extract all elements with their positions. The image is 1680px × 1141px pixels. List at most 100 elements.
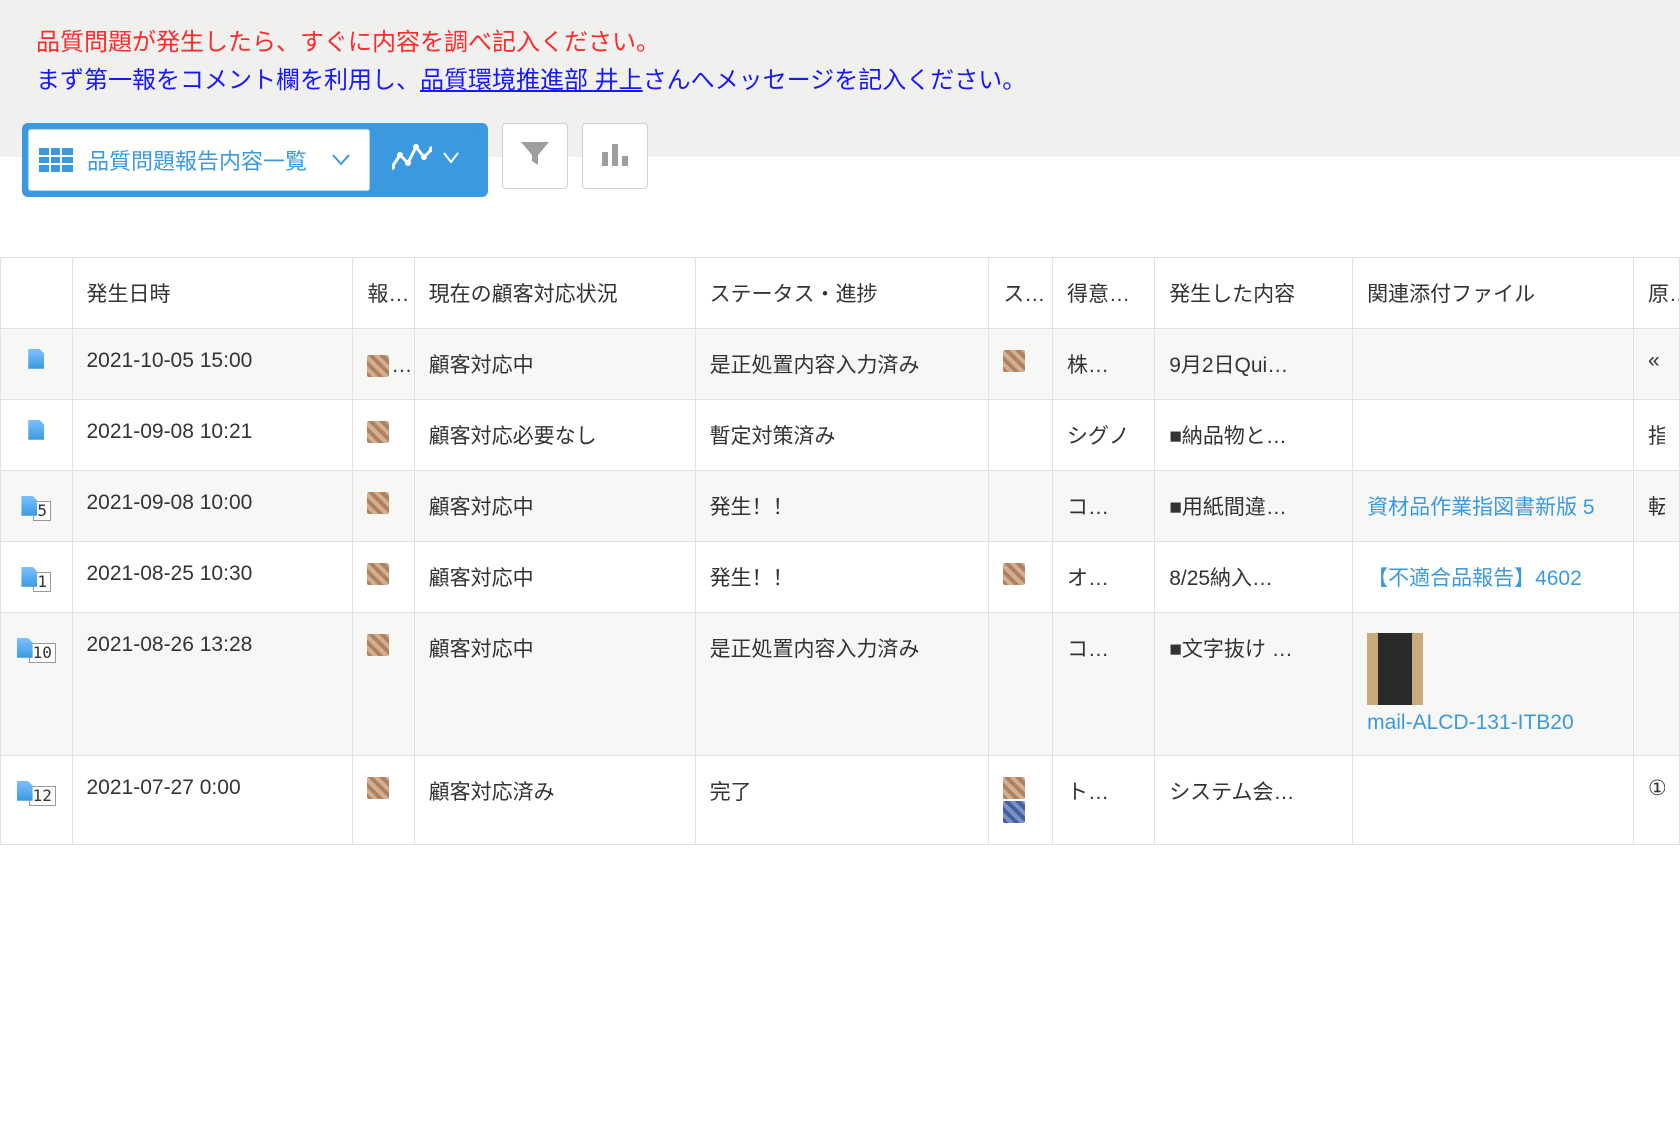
- attachment-link[interactable]: 【不適合品報告】4602: [1367, 567, 1582, 590]
- col-doc[interactable]: [1, 257, 73, 328]
- cell-doc[interactable]: 1: [1, 541, 73, 612]
- cell-st: [989, 470, 1053, 541]
- cell-attach: [1353, 399, 1634, 470]
- table-row[interactable]: 12021-08-25 10:30顧客対応中発生！！オ…8/25納入…【不適合品…: [1, 541, 1680, 612]
- cell-progress: 発生！！: [695, 541, 989, 612]
- cell-reporter: [353, 399, 414, 470]
- cell-client: 株…: [1053, 328, 1155, 399]
- avatar: [367, 355, 389, 377]
- notice-line-2-prefix: まず第一報をコメント欄を利用し、: [36, 67, 420, 94]
- avatar: [367, 563, 389, 585]
- document-icon: [21, 567, 37, 587]
- cell-doc[interactable]: 12: [1, 755, 73, 844]
- chart-view-dropdown[interactable]: [370, 129, 482, 191]
- table-row[interactable]: 52021-09-08 10:00顧客対応中発生！！コ…■用紙間違…資材品作業指…: [1, 470, 1680, 541]
- cell-progress: 発生！！: [695, 470, 989, 541]
- cell-cust-status: 顧客対応中: [414, 470, 695, 541]
- cell-doc[interactable]: 5: [1, 470, 73, 541]
- current-view-dropdown[interactable]: 品質問題報告内容一覧: [28, 129, 370, 191]
- cell-reporter: ヲ: [353, 328, 414, 399]
- cell-content: 8/25納入…: [1155, 541, 1353, 612]
- cell-progress: 暫定対策済み: [695, 399, 989, 470]
- doc-count-badge: 10: [29, 643, 56, 663]
- document-icon: [17, 781, 33, 801]
- cell-client: シグノ: [1053, 399, 1155, 470]
- cell-attach: mail-ALCD-131-ITB20: [1353, 612, 1634, 755]
- cell-reporter: [353, 470, 414, 541]
- attachment-link[interactable]: mail-ALCD-131-ITB20: [1367, 711, 1574, 734]
- doc-count-badge: 12: [29, 786, 56, 806]
- cell-st: [989, 755, 1053, 844]
- report-grid: 発生日時 報告 現在の顧客対応状況 ステータス・進捗 スラ 得意先_ 発生した内…: [0, 257, 1680, 845]
- cell-st: [989, 399, 1053, 470]
- cell-cust-status: 顧客対応中: [414, 612, 695, 755]
- table-row[interactable]: 2021-09-08 10:21顧客対応必要なし暫定対策済みシグノ■納品物と…指: [1, 399, 1680, 470]
- cell-attach: 資材品作業指図書新版 5: [1353, 470, 1634, 541]
- table-row[interactable]: 102021-08-26 13:28顧客対応中是正処置内容入力済みコ…■文字抜け…: [1, 612, 1680, 755]
- cell-content: ■納品物と…: [1155, 399, 1353, 470]
- notice-contact-link[interactable]: 品質環境推進部 井上: [420, 67, 643, 94]
- cell-date: 2021-10-05 15:00: [72, 328, 353, 399]
- cell-cause: [1633, 541, 1679, 612]
- col-content[interactable]: 発生した内容: [1155, 257, 1353, 328]
- col-st[interactable]: スラ: [989, 257, 1053, 328]
- cell-client: コ…: [1053, 612, 1155, 755]
- col-attach[interactable]: 関連添付ファイル: [1353, 257, 1634, 328]
- cell-st: [989, 612, 1053, 755]
- cell-content: ■文字抜け …: [1155, 612, 1353, 755]
- cell-st: [989, 541, 1053, 612]
- filter-button[interactable]: [502, 123, 568, 189]
- bar-chart-icon: [599, 138, 631, 173]
- cell-attach: [1353, 328, 1634, 399]
- col-date[interactable]: 発生日時: [72, 257, 353, 328]
- chevron-down-icon: [442, 148, 460, 171]
- notice-line-2-suffix: さんへメッセージを記入ください。: [643, 67, 1027, 94]
- col-cause[interactable]: 原: [1633, 257, 1679, 328]
- cell-doc[interactable]: [1, 399, 73, 470]
- cell-client: コ…: [1053, 470, 1155, 541]
- cell-cust-status: 顧客対応中: [414, 541, 695, 612]
- cell-cust-status: 顧客対応済み: [414, 755, 695, 844]
- document-icon: [28, 420, 44, 440]
- avatar: [367, 492, 389, 514]
- avatar: [1003, 563, 1025, 585]
- cell-cust-status: 顧客対応必要なし: [414, 399, 695, 470]
- col-client[interactable]: 得意先_: [1053, 257, 1155, 328]
- cell-date: 2021-09-08 10:21: [72, 399, 353, 470]
- funnel-icon: [518, 137, 552, 174]
- cell-client: オ…: [1053, 541, 1155, 612]
- document-icon: [28, 349, 44, 369]
- cell-st: [989, 328, 1053, 399]
- avatar: [367, 634, 389, 656]
- cell-cause: 転: [1633, 470, 1679, 541]
- col-reporter[interactable]: 報告: [353, 257, 414, 328]
- report-table: 発生日時 報告 現在の顧客対応状況 ステータス・進捗 スラ 得意先_ 発生した内…: [0, 257, 1680, 845]
- table-row[interactable]: 122021-07-27 0:00顧客対応済み完了ト…システム会…①: [1, 755, 1680, 844]
- col-progress[interactable]: ステータス・進捗: [695, 257, 989, 328]
- cell-doc[interactable]: [1, 328, 73, 399]
- cell-client: ト…: [1053, 755, 1155, 844]
- table-header-row: 発生日時 報告 現在の顧客対応状況 ステータス・進捗 スラ 得意先_ 発生した内…: [1, 257, 1680, 328]
- cell-cause: [1633, 612, 1679, 755]
- table-row[interactable]: 2021-10-05 15:00ヲ顧客対応中是正処置内容入力済み株…9月2日Qu…: [1, 328, 1680, 399]
- cell-reporter: [353, 612, 414, 755]
- cell-cause: ①: [1633, 755, 1679, 844]
- attachment-thumbnail[interactable]: [1367, 633, 1423, 705]
- spreadsheet-icon: [39, 148, 73, 172]
- bar-chart-button[interactable]: [582, 123, 648, 189]
- cell-date: 2021-07-27 0:00: [72, 755, 353, 844]
- cell-attach: 【不適合品報告】4602: [1353, 541, 1634, 612]
- cell-date: 2021-09-08 10:00: [72, 470, 353, 541]
- view-toolbar: 品質問題報告内容一覧: [0, 123, 1680, 197]
- cell-progress: 是正処置内容入力済み: [695, 328, 989, 399]
- col-cust-status[interactable]: 現在の顧客対応状況: [414, 257, 695, 328]
- cell-attach: [1353, 755, 1634, 844]
- cell-doc[interactable]: 10: [1, 612, 73, 755]
- notice-line-2: まず第一報をコメント欄を利用し、品質環境推進部 井上さんへメッセージを記入くださ…: [36, 62, 1644, 100]
- cell-content: システム会…: [1155, 755, 1353, 844]
- current-view-label: 品質問題報告内容一覧: [87, 144, 307, 176]
- cell-reporter: [353, 541, 414, 612]
- cell-date: 2021-08-26 13:28: [72, 612, 353, 755]
- attachment-link[interactable]: 資材品作業指図書新版 5: [1367, 496, 1595, 519]
- document-icon: [21, 496, 37, 516]
